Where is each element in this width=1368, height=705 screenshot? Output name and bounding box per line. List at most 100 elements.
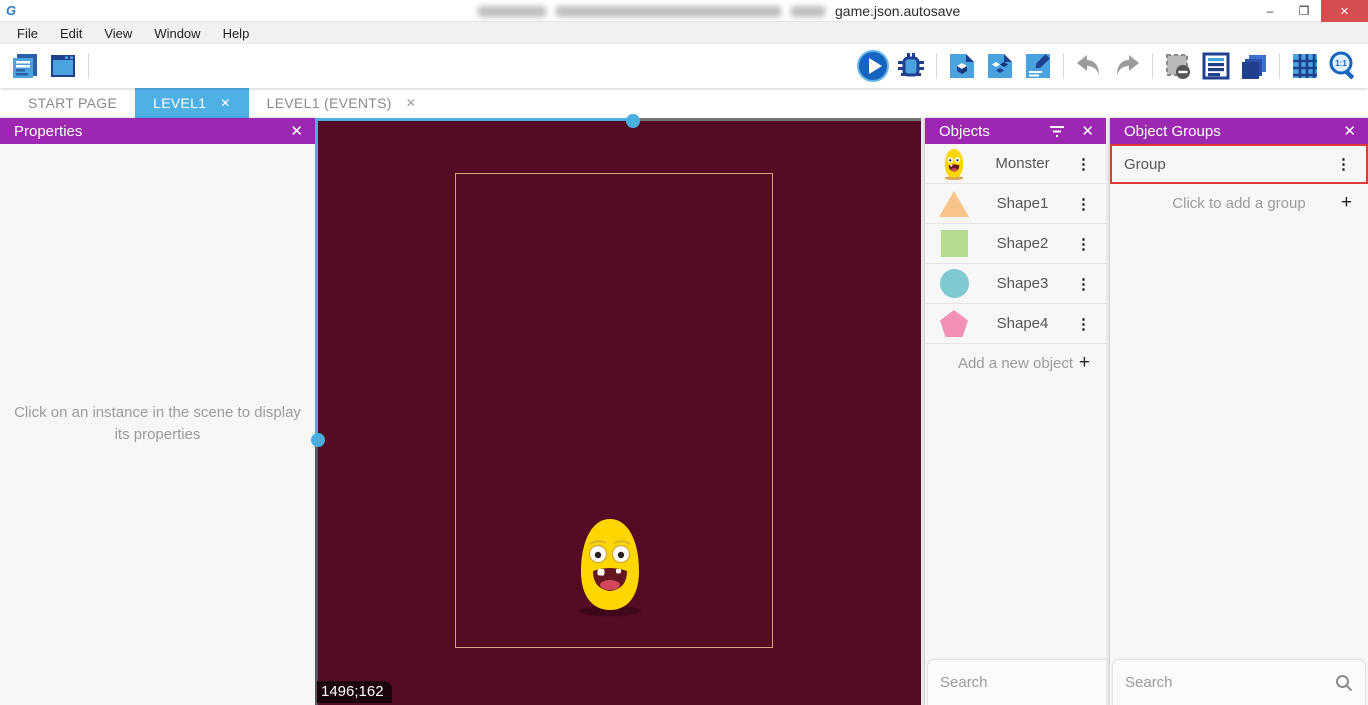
properties-close-icon[interactable]: ✕ xyxy=(288,122,305,140)
toolbar-separator xyxy=(936,53,937,79)
object-groups-panel: Object Groups ✕ Group ⋮ Click to add a g… xyxy=(1110,118,1368,705)
properties-title: Properties xyxy=(14,123,288,140)
menu-bar: File Edit View Window Help xyxy=(0,22,1368,44)
tab-close-icon[interactable]: ✕ xyxy=(406,96,416,110)
instances-list-button[interactable] xyxy=(1197,48,1235,84)
filter-icon[interactable] xyxy=(1049,125,1065,137)
properties-panel: Properties ✕ Click on an instance in the… xyxy=(0,118,315,705)
groups-search-area xyxy=(1110,659,1368,705)
zoom-1-1-icon: 1:1 xyxy=(1326,49,1360,83)
menu-window[interactable]: Window xyxy=(143,26,211,41)
groups-search-box[interactable] xyxy=(1112,659,1366,705)
object-row-shape1[interactable]: Shape1 ⋮ xyxy=(925,184,1106,224)
preview-button[interactable] xyxy=(854,48,892,84)
start-page-icon xyxy=(47,50,79,82)
menu-help[interactable]: Help xyxy=(212,26,261,41)
toolbar-separator xyxy=(1279,53,1280,79)
tab-label: LEVEL1 xyxy=(153,95,206,111)
open-objects-editor-button[interactable] xyxy=(943,48,981,84)
toolbar-separator xyxy=(88,53,89,79)
debugger-button[interactable] xyxy=(892,48,930,84)
cursor-coordinates: 1496;162 xyxy=(317,681,392,703)
redo-button[interactable] xyxy=(1108,48,1146,84)
layers-icon xyxy=(1238,50,1270,82)
menu-edit[interactable]: Edit xyxy=(49,26,93,41)
object-name: Shape2 xyxy=(971,235,1074,252)
groups-search-input[interactable] xyxy=(1125,674,1335,691)
properties-empty-message: Click on an instance in the scene to dis… xyxy=(8,402,308,705)
object-name: Monster xyxy=(971,155,1074,172)
redacted-title-block xyxy=(478,6,546,17)
pentagon-thumbnail-icon xyxy=(937,307,971,341)
zoom-button[interactable]: 1:1 xyxy=(1324,48,1362,84)
project-manager-button[interactable] xyxy=(6,48,44,84)
toggle-grid-button[interactable] xyxy=(1286,48,1324,84)
object-menu-button[interactable]: ⋮ xyxy=(1074,155,1106,173)
window-title-text: game.json.autosave xyxy=(835,3,960,19)
object-menu-button[interactable]: ⋮ xyxy=(1074,275,1106,293)
tab-level1[interactable]: LEVEL1 ✕ xyxy=(135,88,249,118)
object-row-shape3[interactable]: Shape3 ⋮ xyxy=(925,264,1106,304)
object-row-shape4[interactable]: Shape4 ⋮ xyxy=(925,304,1106,344)
add-object-row[interactable]: Add a new object + xyxy=(925,344,1106,382)
project-manager-icon xyxy=(9,50,41,82)
toolbar-separator xyxy=(1152,53,1153,79)
object-menu-button[interactable]: ⋮ xyxy=(1074,195,1106,213)
close-button[interactable]: ✕ xyxy=(1321,0,1368,22)
menu-file[interactable]: File xyxy=(6,26,49,41)
group-menu-button[interactable]: ⋮ xyxy=(1334,155,1366,173)
tab-label: LEVEL1 (EVENTS) xyxy=(267,95,392,111)
object-groups-title: Object Groups xyxy=(1124,123,1341,140)
grid-icon xyxy=(1289,50,1321,82)
edit-scene-properties-button[interactable] xyxy=(1019,48,1057,84)
scene-canvas[interactable]: 1496;162 xyxy=(315,118,921,705)
object-name: Shape1 xyxy=(971,195,1074,212)
tab-level1-events[interactable]: LEVEL1 (EVENTS) ✕ xyxy=(249,88,434,118)
object-name: Shape3 xyxy=(971,275,1074,292)
minimize-button[interactable]: – xyxy=(1253,0,1287,22)
toolbar-separator xyxy=(1063,53,1064,79)
properties-body: Click on an instance in the scene to dis… xyxy=(0,144,315,705)
square-thumbnail-icon xyxy=(937,227,971,261)
editor-tabs: START PAGE LEVEL1 ✕ LEVEL1 (EVENTS) ✕ xyxy=(0,88,1368,118)
objects-panel-empty-space xyxy=(925,382,1106,659)
game-window-border-top xyxy=(315,118,633,121)
group-row-group[interactable]: Group ⋮ xyxy=(1110,144,1368,184)
objects-search-area xyxy=(925,659,1106,705)
objects-title: Objects xyxy=(939,123,1049,140)
undo-button[interactable] xyxy=(1070,48,1108,84)
monster-instance[interactable] xyxy=(573,516,647,618)
groups-panel-empty-space xyxy=(1110,222,1368,659)
layers-button[interactable] xyxy=(1235,48,1273,84)
restore-button[interactable]: ❐ xyxy=(1287,0,1321,22)
open-object-groups-button[interactable] xyxy=(981,48,1019,84)
plus-icon: + xyxy=(1341,192,1352,214)
canvas-border-top xyxy=(633,118,921,121)
game-window-resize-handle-left[interactable] xyxy=(311,433,325,447)
titlebar: G game.json.autosave – ❐ ✕ xyxy=(0,0,1368,22)
menu-view[interactable]: View xyxy=(93,26,143,41)
object-row-monster[interactable]: Monster ⋮ xyxy=(925,144,1106,184)
object-menu-button[interactable]: ⋮ xyxy=(1074,315,1106,333)
delete-selection-button[interactable] xyxy=(1159,48,1197,84)
object-groups-page-icon xyxy=(984,50,1016,82)
debug-bug-icon xyxy=(895,50,927,82)
objects-close-icon[interactable]: ✕ xyxy=(1079,122,1096,140)
redo-arrow-icon xyxy=(1111,50,1143,82)
edit-pencil-icon xyxy=(1022,50,1054,82)
add-group-row[interactable]: Click to add a group + xyxy=(1110,184,1368,222)
group-name: Group xyxy=(1112,156,1334,173)
tab-start-page[interactable]: START PAGE xyxy=(10,88,135,118)
object-menu-button[interactable]: ⋮ xyxy=(1074,235,1106,253)
objects-header: Objects ✕ xyxy=(925,118,1106,144)
game-window-resize-handle-top[interactable] xyxy=(626,114,640,128)
object-name: Shape4 xyxy=(971,315,1074,332)
monster-thumbnail-icon xyxy=(937,147,971,181)
game-window-border-left xyxy=(315,118,318,440)
start-page-button[interactable] xyxy=(44,48,82,84)
object-row-shape2[interactable]: Shape2 ⋮ xyxy=(925,224,1106,264)
object-groups-close-icon[interactable]: ✕ xyxy=(1341,122,1358,140)
tab-close-icon[interactable]: ✕ xyxy=(220,96,230,110)
triangle-thumbnail-icon xyxy=(937,187,971,221)
window-title: game.json.autosave xyxy=(478,0,960,22)
